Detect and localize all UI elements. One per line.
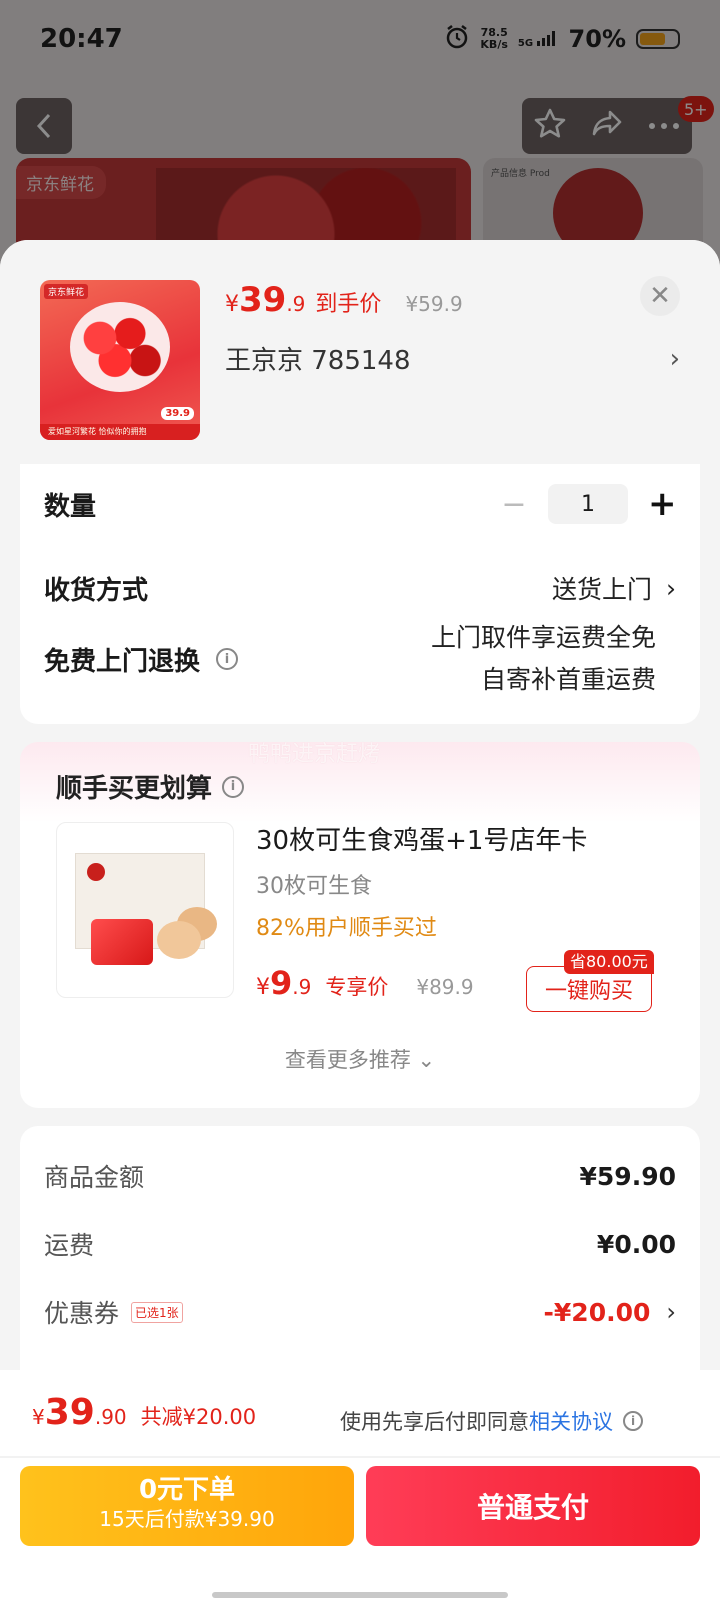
return-row: 免费上门退换 i 上门取件享运费全免 自寄补首重运费 — [44, 614, 676, 704]
price-currency: ¥ — [256, 975, 270, 1000]
options-card: 数量 − 1 + 收货方式 送货上门 › 免费上门退换 i 上门取件享运费全免 … — [20, 464, 700, 724]
increase-button[interactable]: + — [648, 484, 677, 524]
chevron-right-icon: › — [666, 573, 676, 603]
pay-later-main: 0元下单 — [138, 1475, 236, 1505]
close-button[interactable]: ✕ — [640, 276, 680, 316]
price-integer: 39 — [44, 1392, 95, 1433]
total-price-row: ¥39.90 共减¥20.00 — [32, 1392, 256, 1433]
info-icon[interactable]: i — [216, 648, 239, 670]
pay-later-button[interactable]: 0元下单 15天后付款¥39.90 — [20, 1466, 354, 1546]
recommend-original-price: ¥89.9 — [416, 975, 474, 999]
purchase-sheet: 京东鲜花 39.9 爱如星河繁花 恰似你的拥抱 ¥39.9 到手价 ¥59.9 … — [0, 240, 720, 1600]
member-card-image — [91, 919, 153, 965]
info-icon[interactable]: i — [623, 1411, 643, 1431]
divider — [0, 1456, 720, 1458]
shipping-value: 送货上门 › — [552, 570, 676, 606]
coupon-selected-tag: 已选1张 — [131, 1301, 183, 1323]
brand-logo-icon — [87, 863, 105, 881]
quantity-stepper: − 1 + — [500, 484, 677, 524]
bouquet-image — [70, 302, 170, 392]
freight-label: 运费 — [44, 1231, 95, 1260]
agreement-link[interactable]: 相关协议 — [529, 1406, 613, 1436]
quantity-row: 数量 − 1 + — [44, 484, 677, 524]
goods-amount-row: 商品金额 ¥59.90 — [44, 1156, 676, 1196]
return-line-2: 自寄补首重运费 — [480, 665, 656, 694]
price-integer: 9 — [270, 964, 293, 1002]
product-image-price: 39.9 — [161, 407, 194, 420]
goods-amount-label: 商品金额 — [44, 1163, 145, 1192]
recommend-price: ¥9.9 — [256, 964, 311, 1002]
recommend-bought-text: 82%用户顺手买过 — [256, 916, 437, 941]
save-badge: 省80.00元 — [564, 950, 654, 974]
recommend-title: 顺手买更划算 i — [56, 768, 245, 805]
product-header: 京东鲜花 39.9 爱如星河繁花 恰似你的拥抱 ¥39.9 到手价 ¥59.9 … — [0, 240, 720, 464]
more-recommend-link[interactable]: 查看更多推荐 ⌄ — [20, 1044, 700, 1074]
coupon-row[interactable]: 优惠券 已选1张 -¥20.00 › — [44, 1292, 676, 1332]
product-price: ¥39.9 — [225, 280, 305, 320]
price-currency: ¥ — [32, 1405, 45, 1429]
agreement-text: 使用先享后付即同意 相关协议 i — [340, 1406, 643, 1436]
coupon-label: 优惠券 已选1张 — [44, 1294, 183, 1330]
recommend-product-sub: 30枚可生食 — [256, 874, 372, 899]
shipping-label: 收货方式 — [44, 575, 149, 606]
freight-row: 运费 ¥0.00 — [44, 1224, 676, 1264]
chevron-right-icon: › — [666, 1298, 676, 1326]
product-image: 京东鲜花 39.9 爱如星河繁花 恰似你的拥抱 — [40, 280, 200, 440]
price-decimal: .9 — [292, 975, 312, 999]
shipping-value-text: 送货上门 — [551, 575, 652, 604]
decrease-button[interactable]: − — [500, 487, 528, 522]
recommend-price-row: ¥9.9 专享价 ¥89.9 — [256, 964, 474, 1002]
address-text: 王京京 785148 — [225, 346, 411, 376]
return-value: 上门取件享运费全免 自寄补首重运费 — [431, 617, 656, 701]
product-image-slogan: 爱如星河繁花 恰似你的拥抱 — [40, 424, 200, 440]
goods-amount-value: ¥59.90 — [579, 1161, 676, 1191]
watermark: 鸭鸭进京赶烤 — [248, 742, 381, 767]
total-reduce: 共减¥20.00 — [140, 1405, 257, 1429]
chevron-down-icon: ⌄ — [417, 1048, 436, 1072]
chevron-right-icon: › — [669, 343, 680, 374]
normal-pay-button[interactable]: 普通支付 — [366, 1466, 700, 1546]
home-indicator[interactable] — [212, 1592, 508, 1598]
original-price: ¥59.9 — [405, 292, 463, 316]
quantity-label: 数量 — [44, 491, 97, 522]
recommend-product-image[interactable] — [56, 822, 234, 998]
close-icon: ✕ — [649, 281, 671, 311]
recommend-price-label: 专享价 — [325, 975, 389, 999]
total-price: ¥39.90 — [32, 1392, 127, 1433]
quantity-input[interactable]: 1 — [548, 484, 628, 524]
price-decimal: .9 — [286, 292, 306, 316]
egg-image — [157, 921, 201, 959]
price-integer: 39 — [239, 280, 287, 320]
checkout-footer: ¥39.90 共减¥20.00 使用先享后付即同意 相关协议 i 0元下单 15… — [0, 1370, 720, 1600]
recommend-title-text: 顺手买更划算 — [56, 774, 213, 804]
product-image-tag: 京东鲜花 — [44, 284, 89, 299]
recommend-product-name[interactable]: 30枚可生食鸡蛋+1号店年卡 — [256, 820, 587, 857]
return-line-1: 上门取件享运费全免 — [430, 623, 656, 652]
pay-later-sub: 15天后付款¥39.90 — [99, 1507, 275, 1531]
price-currency: ¥ — [225, 292, 239, 317]
address-selector[interactable]: 王京京 785148 › — [225, 340, 680, 377]
agreement-prefix: 使用先享后付即同意 — [340, 1410, 529, 1434]
price-decimal: .90 — [94, 1405, 127, 1429]
freight-value: ¥0.00 — [596, 1229, 676, 1259]
info-icon[interactable]: i — [222, 775, 245, 798]
more-recommend-text: 查看更多推荐 — [284, 1048, 411, 1072]
product-price-row: ¥39.9 到手价 ¥59.9 — [225, 280, 463, 320]
coupon-value: -¥20.00 — [543, 1297, 651, 1327]
recommend-card: 鸭鸭进京赶烤 顺手买更划算 i 30枚可生食鸡蛋+1号店年卡 30枚可生食 82… — [20, 742, 700, 1108]
shipping-row[interactable]: 收货方式 送货上门 › — [44, 568, 676, 608]
price-label: 到手价 — [315, 292, 382, 317]
return-label: 免费上门退换 — [44, 646, 201, 677]
coupon-label-text: 优惠券 — [44, 1299, 120, 1328]
